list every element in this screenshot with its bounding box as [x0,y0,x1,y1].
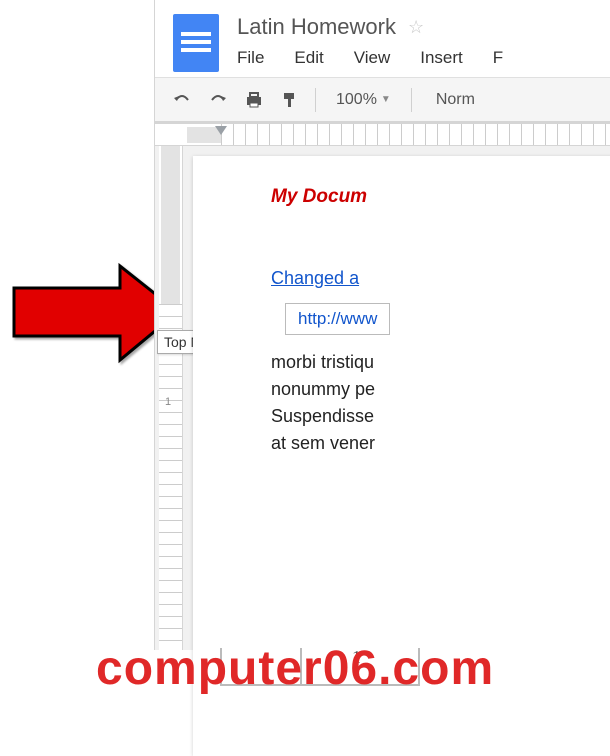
v-ruler-number: 1 [165,396,171,408]
caret-down-icon: ▼ [381,94,391,105]
doc-title-row: Latin Homework ☆ [237,14,610,40]
v-ruler-margin-shade [161,146,180,304]
menu-file[interactable]: File [237,48,264,68]
zoom-select[interactable]: 100% ▼ [330,91,397,109]
document-heading[interactable]: My Docum [271,186,610,208]
watermark: computer06.com [96,641,494,696]
menu-insert[interactable]: Insert [420,48,463,68]
first-line-indent-marker-icon[interactable] [215,126,227,135]
toolbar-separator [411,88,412,112]
h-ruler-ticks [221,124,610,145]
vertical-ruler[interactable]: 1 [159,146,183,650]
v-ruler-ticks [159,304,182,650]
docs-product-icon[interactable] [173,14,219,72]
url-box[interactable]: http://www [285,303,390,335]
zoom-value: 100% [336,91,377,109]
menu-format-partial[interactable]: F [493,48,503,68]
body-line: at sem vener [271,430,610,457]
redo-button[interactable] [207,89,229,111]
body-text[interactable]: morbi tristiqu nonummy pe Suspendisse at… [271,349,610,457]
body-line: nonummy pe [271,376,610,403]
toolbar-separator [315,88,316,112]
editor-area: 1 ↑↓ Top Margin My Docum Changed a http:… [155,146,610,650]
header: Latin Homework ☆ File Edit View Insert F [155,0,610,78]
paragraph-style-select[interactable]: Norm [426,91,475,109]
style-value-partial: Norm [436,91,475,108]
body-line: Suspendisse [271,403,610,430]
horizontal-ruler[interactable] [155,124,610,146]
paint-format-button[interactable] [279,89,301,111]
print-button[interactable] [243,89,265,111]
document-title[interactable]: Latin Homework [237,14,396,40]
link-heading[interactable]: Changed a [271,268,610,289]
menubar: File Edit View Insert F [237,48,610,68]
star-icon[interactable]: ☆ [408,17,424,38]
menu-view[interactable]: View [354,48,391,68]
undo-button[interactable] [171,89,193,111]
toolbar: 100% ▼ Norm [155,78,610,124]
menu-edit[interactable]: Edit [294,48,323,68]
app-window: Latin Homework ☆ File Edit View Insert F… [154,0,610,650]
body-line: morbi tristiqu [271,349,610,376]
